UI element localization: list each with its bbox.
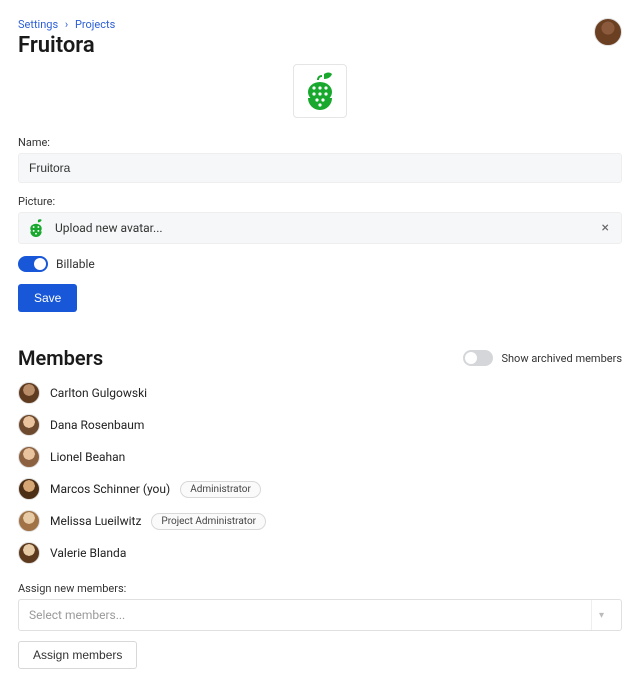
member-avatar[interactable] [18, 382, 40, 404]
save-button[interactable]: Save [18, 284, 77, 312]
assign-label: Assign new members: [18, 582, 622, 595]
member-name: Marcos Schinner (you) [50, 482, 170, 496]
select-members-placeholder: Select members... [29, 608, 125, 622]
project-logo-card [293, 64, 347, 118]
select-members-dropdown[interactable]: Select members... ▾ [18, 599, 622, 631]
member-name: Lionel Beahan [50, 450, 125, 464]
current-user-avatar[interactable] [594, 18, 622, 46]
billable-label: Billable [56, 257, 95, 271]
member-row: Dana Rosenbaum [18, 414, 622, 436]
member-avatar[interactable] [18, 542, 40, 564]
breadcrumb-settings[interactable]: Settings [18, 18, 58, 31]
breadcrumb-sep: › [65, 18, 68, 31]
member-row: Melissa Lueilwitz Project Administrator [18, 510, 622, 532]
member-avatar[interactable] [18, 414, 40, 436]
member-row: Marcos Schinner (you) Administrator [18, 478, 622, 500]
picture-label: Picture: [18, 195, 622, 208]
member-name: Dana Rosenbaum [50, 418, 144, 432]
members-title: Members [18, 346, 103, 370]
member-avatar[interactable] [18, 510, 40, 532]
upload-avatar-row[interactable]: Upload new avatar... × [18, 212, 622, 244]
member-name: Carlton Gulgowski [50, 386, 147, 400]
page-title: Fruitora [18, 33, 115, 58]
name-input[interactable] [18, 153, 622, 183]
grape-icon [304, 72, 336, 110]
show-archived-toggle[interactable] [463, 350, 493, 366]
members-list: Carlton Gulgowski Dana Rosenbaum Lionel Be… [18, 382, 622, 564]
member-row: Carlton Gulgowski [18, 382, 622, 404]
member-name: Valerie Blanda [50, 546, 126, 560]
upload-avatar-text: Upload new avatar... [55, 221, 588, 235]
member-role-pill: Project Administrator [151, 513, 266, 530]
member-name: Melissa Lueilwitz [50, 514, 141, 528]
member-row: Valerie Blanda [18, 542, 622, 564]
grape-icon [27, 219, 45, 237]
clear-avatar-icon[interactable]: × [598, 221, 613, 235]
assign-members-button[interactable]: Assign members [18, 641, 137, 669]
member-avatar[interactable] [18, 446, 40, 468]
breadcrumb: Settings › Projects [18, 18, 115, 31]
show-archived-label: Show archived members [501, 352, 622, 365]
breadcrumb-projects[interactable]: Projects [75, 18, 115, 31]
chevron-down-icon: ▾ [591, 600, 611, 630]
billable-toggle[interactable] [18, 256, 48, 272]
member-row: Lionel Beahan [18, 446, 622, 468]
name-label: Name: [18, 136, 622, 149]
member-role-pill: Administrator [180, 481, 261, 498]
member-avatar[interactable] [18, 478, 40, 500]
